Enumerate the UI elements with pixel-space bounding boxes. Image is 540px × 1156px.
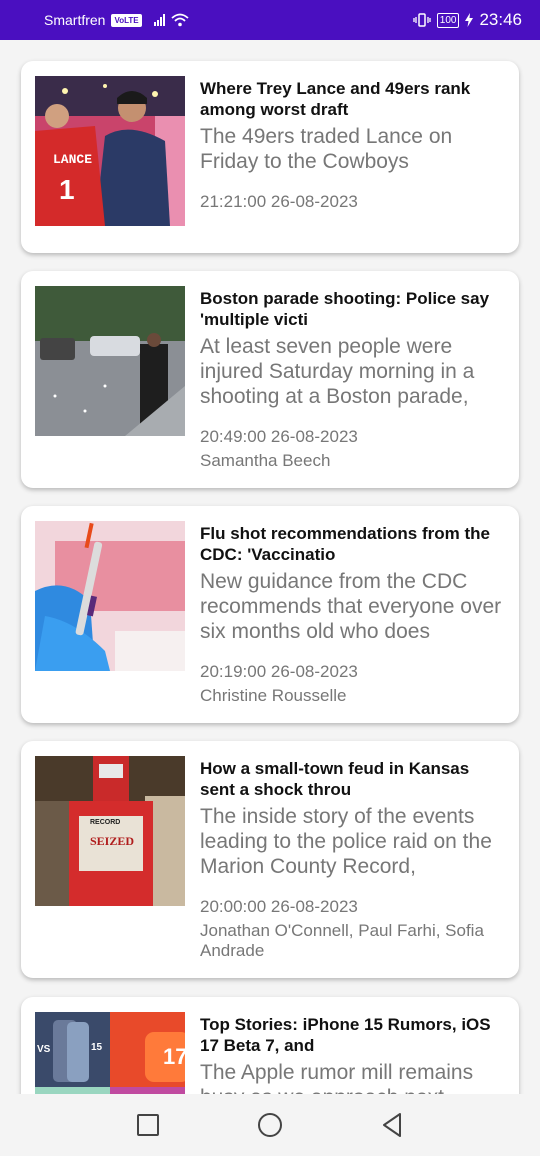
home-button[interactable] [256, 1111, 284, 1139]
back-button[interactable] [378, 1111, 406, 1139]
signal-icon [153, 14, 165, 26]
article-title: Boston parade shooting: Police say 'mult… [200, 289, 490, 329]
status-bar: Smartfren VoLTE 100 23:46 [0, 0, 540, 40]
article-date: 21:21:00 26-08-2023 [200, 192, 358, 211]
thumb-vs-label: VS [37, 1044, 51, 1055]
article-thumbnail [35, 521, 185, 671]
thumb-15-label: 15 [91, 1042, 103, 1053]
article-author: Christine Rousselle [200, 686, 347, 705]
article-date: 20:19:00 26-08-2023 [200, 662, 358, 681]
article-date: 20:00:00 26-08-2023 [200, 897, 358, 916]
article-date: 20:49:00 26-08-2023 [200, 427, 358, 446]
article-list[interactable]: LANCE 1 Where Trey Lance and 49ers rank … [0, 40, 540, 1094]
jersey-number: 1 [59, 174, 75, 205]
carrier-name: Smartfren [44, 12, 106, 28]
article-card[interactable]: Flu shot recommendations from the CDC: '… [21, 506, 519, 723]
wifi-icon [171, 13, 189, 27]
article-title: How a small-town feud in Kansas sent a s… [200, 759, 470, 799]
back-triangle-icon [383, 1113, 401, 1137]
article-thumbnail [35, 286, 185, 436]
square-icon [137, 1114, 159, 1136]
navigation-bar [0, 1094, 540, 1156]
article-author: Jonathan O'Connell, Paul Farhi, Sofia An… [200, 921, 484, 960]
circle-icon [258, 1113, 282, 1137]
sign-label: SEIZED [90, 834, 135, 848]
article-description: New guidance from the CDC recommends tha… [200, 570, 502, 643]
vibrate-icon [413, 13, 431, 27]
article-thumbnail: LANCE 1 [35, 76, 185, 226]
article-thumbnail: RECORD SEIZED [35, 756, 185, 906]
jersey-name: LANCE [53, 152, 93, 167]
article-card[interactable]: LANCE 1 Where Trey Lance and 49ers rank … [21, 61, 519, 253]
status-time: 23:46 [479, 10, 522, 29]
thumb-17-label: 17 [163, 1044, 185, 1069]
article-card[interactable]: RECORD SEIZED How a small-town feud in K… [21, 741, 519, 978]
charging-icon [465, 13, 474, 27]
article-description: The inside story of the events leading t… [200, 805, 492, 878]
recents-button[interactable] [134, 1111, 162, 1139]
article-author: Samantha Beech [200, 451, 331, 470]
article-description: The Apple rumor mill remains busy as we … [200, 1061, 474, 1094]
article-title: Top Stories: iPhone 15 Rumors, iOS 17 Be… [200, 1015, 491, 1055]
box-label: RECORD [90, 819, 121, 826]
article-thumbnail: VS 15 17 [35, 1012, 185, 1094]
article-card[interactable]: VS 15 17 Top Stories: iPhone 15 Rumors, … [21, 997, 519, 1094]
article-description: At least seven people were injured Satur… [200, 335, 475, 408]
article-title: Where Trey Lance and 49ers rank among wo… [200, 79, 471, 119]
article-card[interactable]: Boston parade shooting: Police say 'mult… [21, 271, 519, 488]
article-description: The 49ers traded Lance on Friday to the … [200, 125, 453, 173]
volte-badge: VoLTE [111, 13, 142, 27]
battery-icon: 100 [436, 12, 460, 28]
article-title: Flu shot recommendations from the CDC: '… [200, 524, 490, 564]
